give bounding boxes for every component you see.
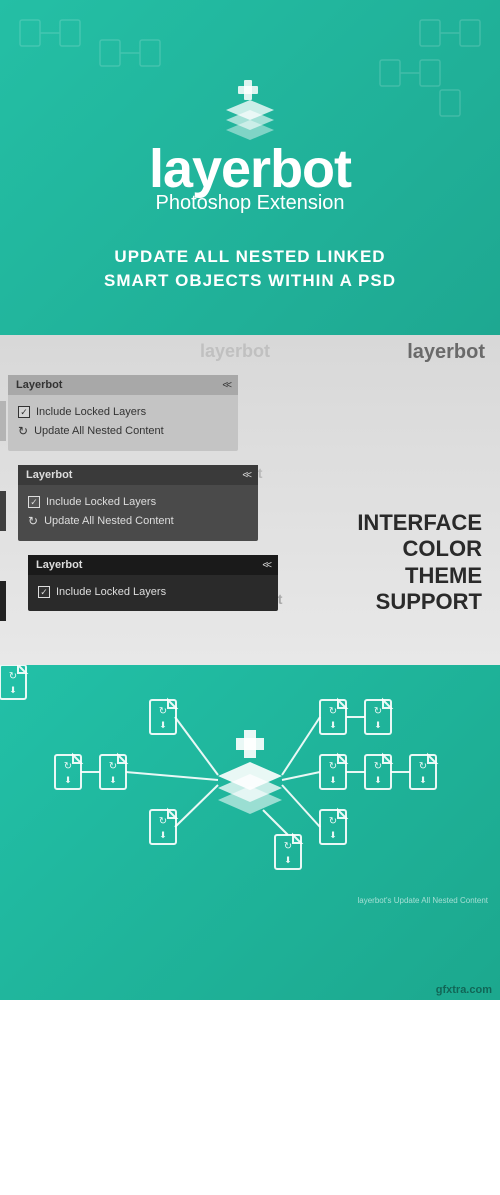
brand-subtitle: Photoshop Extension — [0, 192, 500, 215]
panel-title: Layerbot — [26, 469, 72, 481]
checkbox-label: Include Locked Layers — [56, 586, 166, 598]
panel-header[interactable]: Layerbot << — [18, 465, 258, 485]
hero-section: layerbot Photoshop Extension UPDATE ALL … — [0, 0, 500, 335]
source-watermark: gfxtra.com — [436, 984, 492, 996]
themes-section: layerbot layerbot ✕ ≣ Layerbot << ✓ Incl… — [0, 335, 500, 665]
panel-dock-tab[interactable]: ✕ ≣ — [0, 401, 6, 441]
panel-dark-theme: ✕ ≣ Layerbot << ✓ Include Locked Layers — [8, 555, 280, 611]
refresh-icon: ↻ — [18, 424, 28, 438]
diagram-section: ↻⬇ layerbot's Update — [0, 665, 500, 1000]
panel-title: Layerbot — [36, 559, 82, 571]
panel-title: Layerbot — [16, 379, 62, 391]
include-locked-row[interactable]: ✓ Include Locked Layers — [18, 403, 228, 421]
panel-header[interactable]: Layerbot << — [8, 375, 238, 395]
compatibility-note: works with PS CC 2015+ — [0, 1185, 500, 1195]
tagline-line-1: UPDATE ALL NESTED LINKED — [114, 247, 385, 266]
checkbox-label: Include Locked Layers — [46, 496, 156, 508]
diagram-caption: layerbot's Update All Nested Content — [358, 896, 489, 905]
svg-text:⬇: ⬇ — [9, 685, 17, 695]
include-locked-row[interactable]: ✓ Include Locked Layers — [38, 583, 268, 601]
refresh-icon: ↻ — [28, 514, 38, 528]
panel-mid-theme: ✕ ≣ Layerbot << ✓ Include Locked Layers … — [8, 465, 280, 541]
panel-light-theme: ✕ ≣ Layerbot << ✓ Include Locked Layers … — [8, 375, 280, 451]
watermark-light: layerbot — [200, 341, 270, 362]
checkbox-icon[interactable]: ✓ — [28, 496, 40, 508]
update-button[interactable]: ↻ Update All Nested Content — [18, 421, 228, 441]
collapse-icon[interactable]: << — [222, 380, 230, 391]
collapse-icon[interactable]: << — [242, 470, 250, 481]
layerbot-tab-icon: ≣ — [0, 414, 1, 428]
panel-dock-tab[interactable]: ✕ ≣ — [0, 491, 6, 531]
collapse-icon[interactable]: << — [262, 560, 270, 571]
logo-icon — [218, 80, 282, 144]
checkbox-icon[interactable]: ✓ — [18, 406, 30, 418]
svg-text:↻: ↻ — [9, 671, 17, 682]
layerbot-tab-icon: ≣ — [0, 594, 1, 608]
brand-name: layerbot — [0, 138, 500, 200]
panel-header[interactable]: Layerbot << — [28, 555, 278, 575]
checkbox-label: Include Locked Layers — [36, 406, 146, 418]
watermark-dark: layerbot — [407, 341, 485, 364]
update-button-label: Update All Nested Content — [34, 425, 164, 437]
checkbox-icon[interactable]: ✓ — [38, 586, 50, 598]
hero-tagline: UPDATE ALL NESTED LINKED SMART OBJECTS W… — [0, 245, 500, 293]
layerbot-tab-icon: ≣ — [0, 504, 1, 518]
panel-dock-tab[interactable]: ✕ ≣ — [0, 581, 6, 621]
tagline-line-2: SMART OBJECTS WITHIN A PSD — [104, 271, 396, 290]
feature-callout: INTERFACE COLOR THEME SUPPORT — [357, 510, 482, 616]
update-button[interactable]: ↻ Update All Nested Content — [28, 511, 248, 531]
update-button-label: Update All Nested Content — [44, 515, 174, 527]
section3-subline: Photoshop Plugin to easily update all yo… — [0, 1160, 500, 1171]
section3-headline: Really update all linked Smart Objects w… — [0, 1118, 500, 1152]
include-locked-row[interactable]: ✓ Include Locked Layers — [28, 493, 248, 511]
nested-files-diagram: ↻⬇ — [0, 665, 500, 885]
